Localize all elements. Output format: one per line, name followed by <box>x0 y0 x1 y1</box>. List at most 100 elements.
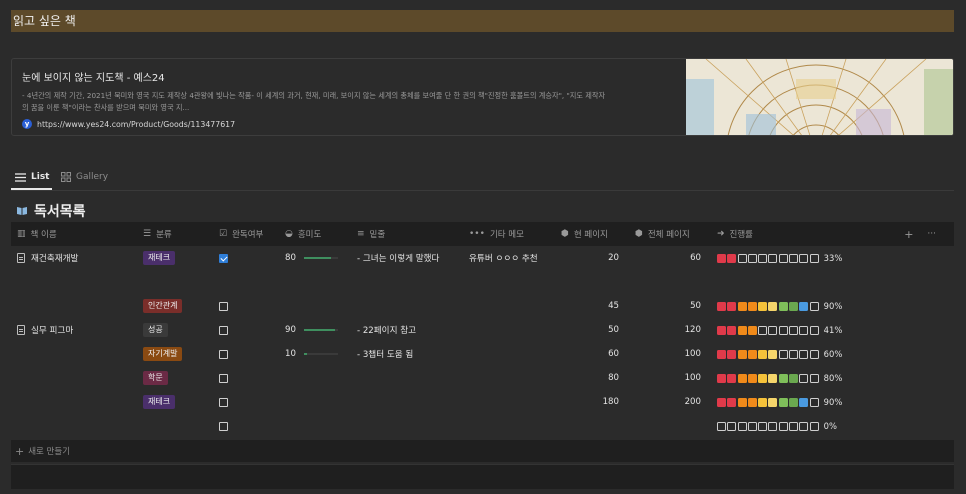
cell-category[interactable]: 성공 <box>137 318 213 342</box>
cell-current-page[interactable]: 20 <box>555 246 629 270</box>
cell-done[interactable] <box>213 342 279 366</box>
cell-memo[interactable] <box>463 342 555 366</box>
cell-interest[interactable]: 80 <box>279 246 351 270</box>
tab-list[interactable]: List <box>15 172 49 182</box>
cell-current-page[interactable]: 45 <box>555 294 629 318</box>
table-row[interactable]: 학문 80 100 80% <box>11 366 954 390</box>
cell-total-pages[interactable] <box>629 414 711 438</box>
cell-memo[interactable] <box>463 270 555 294</box>
cell-current-page[interactable] <box>555 270 629 294</box>
cell-current-page[interactable]: 50 <box>555 318 629 342</box>
cell-done[interactable] <box>213 414 279 438</box>
done-checkbox[interactable] <box>219 373 228 383</box>
table-row[interactable] <box>11 270 954 294</box>
cell-memo[interactable] <box>463 294 555 318</box>
plus-icon[interactable]: + <box>904 228 913 241</box>
cell-done[interactable] <box>213 270 279 294</box>
cell-interest[interactable] <box>279 414 351 438</box>
cell-done[interactable] <box>213 294 279 318</box>
bookmark-url[interactable]: y https://www.yes24.com/Product/Goods/11… <box>22 119 682 129</box>
done-checkbox[interactable] <box>219 421 228 431</box>
cell-done[interactable] <box>213 318 279 342</box>
cell-total-pages[interactable]: 60 <box>629 246 711 270</box>
col-header-memo[interactable]: ••• 기타 메모 <box>463 222 555 246</box>
cell-title[interactable] <box>11 390 137 414</box>
cell-underline[interactable]: - 그녀는 이렇게 말했다 <box>351 246 463 270</box>
new-row-button[interactable]: + 새로 만들기 <box>11 440 954 462</box>
col-header-current[interactable]: ⬢ 현 페이지 <box>555 222 629 246</box>
col-header-interest[interactable]: ◒ 흥미도 <box>279 222 351 246</box>
cell-category[interactable] <box>137 414 213 438</box>
cell-interest[interactable] <box>279 390 351 414</box>
cell-interest[interactable] <box>279 294 351 318</box>
cell-interest[interactable]: 10 <box>279 342 351 366</box>
done-checkbox[interactable] <box>219 301 228 311</box>
category-tag: 재테크 <box>143 395 176 409</box>
cell-total-pages[interactable] <box>629 270 711 294</box>
cell-total-pages[interactable]: 100 <box>629 366 711 390</box>
database-title[interactable]: 독서목록 <box>16 201 86 221</box>
cell-title[interactable] <box>11 366 137 390</box>
table-row[interactable]: 0% <box>11 414 954 438</box>
cell-current-page[interactable]: 180 <box>555 390 629 414</box>
cell-category[interactable]: 인간관계 <box>137 294 213 318</box>
cell-progress <box>711 270 887 294</box>
cell-interest[interactable] <box>279 366 351 390</box>
cell-current-page[interactable]: 60 <box>555 342 629 366</box>
col-header-progress[interactable]: ➜ 진행률 <box>711 222 887 246</box>
cell-title[interactable] <box>11 294 137 318</box>
cell-underline[interactable]: - 22페이지 참고 <box>351 318 463 342</box>
cell-category[interactable] <box>137 270 213 294</box>
table-row[interactable]: 재테크 180 200 90% <box>11 390 954 414</box>
cell-underline[interactable]: - 3챕터 도움 됨 <box>351 342 463 366</box>
cell-underline[interactable] <box>351 294 463 318</box>
cell-total-pages[interactable]: 100 <box>629 342 711 366</box>
col-header-category[interactable]: ☰ 분류 <box>137 222 213 246</box>
bookmark-card[interactable]: 눈에 보이지 않는 지도책 - 예스24 - 4년간의 제작 기간, 2021년… <box>11 58 954 136</box>
done-checkbox[interactable] <box>219 349 228 359</box>
cell-memo[interactable] <box>463 414 555 438</box>
cell-title[interactable] <box>11 342 137 366</box>
cell-memo[interactable] <box>463 390 555 414</box>
done-checkbox[interactable] <box>219 253 228 263</box>
table-row[interactable]: 자기계발 10- 3챕터 도움 됨 60 100 60% <box>11 342 954 366</box>
cell-total-pages[interactable]: 200 <box>629 390 711 414</box>
cell-underline[interactable] <box>351 390 463 414</box>
more-icon[interactable]: ··· <box>927 229 936 239</box>
col-header-title[interactable]: ▥ 책 이름 <box>11 222 137 246</box>
cell-current-page[interactable] <box>555 414 629 438</box>
cell-memo[interactable] <box>463 318 555 342</box>
cell-current-page[interactable]: 80 <box>555 366 629 390</box>
cell-total-pages[interactable]: 120 <box>629 318 711 342</box>
cell-category[interactable]: 자기계발 <box>137 342 213 366</box>
cell-category[interactable]: 재테크 <box>137 390 213 414</box>
cell-done[interactable] <box>213 366 279 390</box>
tab-gallery[interactable]: Gallery <box>61 172 108 182</box>
done-checkbox[interactable] <box>219 325 228 335</box>
cell-underline[interactable] <box>351 414 463 438</box>
cell-interest[interactable]: 90 <box>279 318 351 342</box>
cell-done[interactable] <box>213 390 279 414</box>
done-checkbox[interactable] <box>219 397 228 407</box>
cell-category[interactable]: 재테크 <box>137 246 213 270</box>
table-row[interactable]: 재건축재개발 재테크 80- 그녀는 이렇게 말했다 유튜버 ㅇㅇㅇ 추천 20 60 33… <box>11 246 954 270</box>
cell-title[interactable]: 재건축재개발 <box>11 246 137 270</box>
cell-title[interactable]: 실무 피그마 <box>11 318 137 342</box>
cell-interest[interactable] <box>279 270 351 294</box>
text-lines-icon: ≡ <box>357 229 365 239</box>
col-header-total[interactable]: ⬢ 전체 페이지 <box>629 222 711 246</box>
cell-memo[interactable] <box>463 366 555 390</box>
cell-category[interactable]: 학문 <box>137 366 213 390</box>
cell-title[interactable] <box>11 414 137 438</box>
col-header-underline[interactable]: ≡ 밑줄 <box>351 222 463 246</box>
cell-underline[interactable] <box>351 270 463 294</box>
progress-square <box>789 253 799 263</box>
cell-total-pages[interactable]: 50 <box>629 294 711 318</box>
table-row[interactable]: 인간관계 45 50 90% <box>11 294 954 318</box>
cell-done[interactable] <box>213 246 279 270</box>
table-row[interactable]: 실무 피그마 성공 90- 22페이지 참고 50 120 41% <box>11 318 954 342</box>
col-header-done[interactable]: ☑ 완독여부 <box>213 222 279 246</box>
cell-memo[interactable]: 유튜버 ㅇㅇㅇ 추천 <box>463 246 555 270</box>
cell-title[interactable] <box>11 270 137 294</box>
cell-underline[interactable] <box>351 366 463 390</box>
